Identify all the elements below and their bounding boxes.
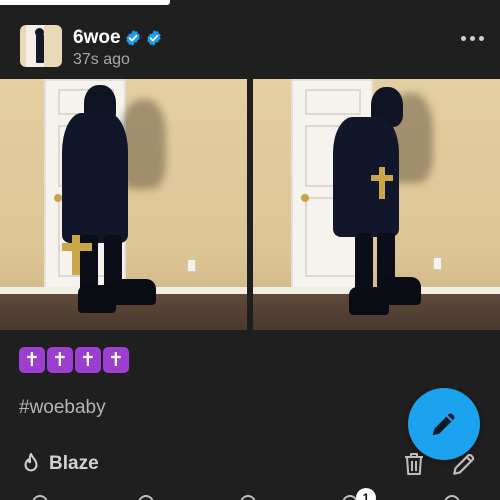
blaze-button[interactable]: Blaze [20, 452, 99, 476]
avatar[interactable] [20, 25, 62, 67]
delete-button[interactable] [402, 451, 426, 482]
photo-set [0, 79, 500, 330]
verified-badge-icon [146, 30, 161, 46]
latin-cross-emoji: ✝ [75, 347, 101, 373]
notification-badge: 1 [356, 488, 376, 500]
edit-button[interactable] [451, 451, 477, 482]
post-photo-2[interactable] [253, 79, 500, 330]
nav-video-icon[interactable] [240, 495, 256, 500]
post-timestamp: 37s ago [73, 51, 130, 68]
username[interactable]: 6woe [73, 27, 121, 49]
post-header: 6woe 37s ago [0, 8, 500, 78]
username-row: 6woe [73, 27, 163, 49]
latin-cross-emoji: ✝ [103, 347, 129, 373]
pencil-icon [453, 453, 475, 475]
trash-icon [405, 453, 423, 475]
nav-home-icon[interactable] [32, 495, 48, 500]
top-strip [0, 0, 170, 5]
post-hashtag[interactable]: #woebaby [19, 397, 106, 419]
nav-account-icon[interactable] [444, 495, 460, 500]
post-actions: Blaze [0, 445, 500, 485]
latin-cross-emoji: ✝ [47, 347, 73, 373]
verified-badge-icon [125, 30, 140, 46]
flame-icon [24, 452, 38, 472]
blaze-label: Blaze [49, 453, 99, 474]
more-options-icon[interactable] [461, 36, 484, 41]
nav-explore-icon[interactable] [138, 495, 154, 500]
post-photo-1[interactable] [0, 79, 247, 330]
compose-pencil-icon [432, 413, 455, 436]
bottom-nav: 1 [0, 488, 500, 500]
emoji-text: ✝ ✝ ✝ ✝ [19, 347, 129, 373]
latin-cross-emoji: ✝ [19, 347, 45, 373]
